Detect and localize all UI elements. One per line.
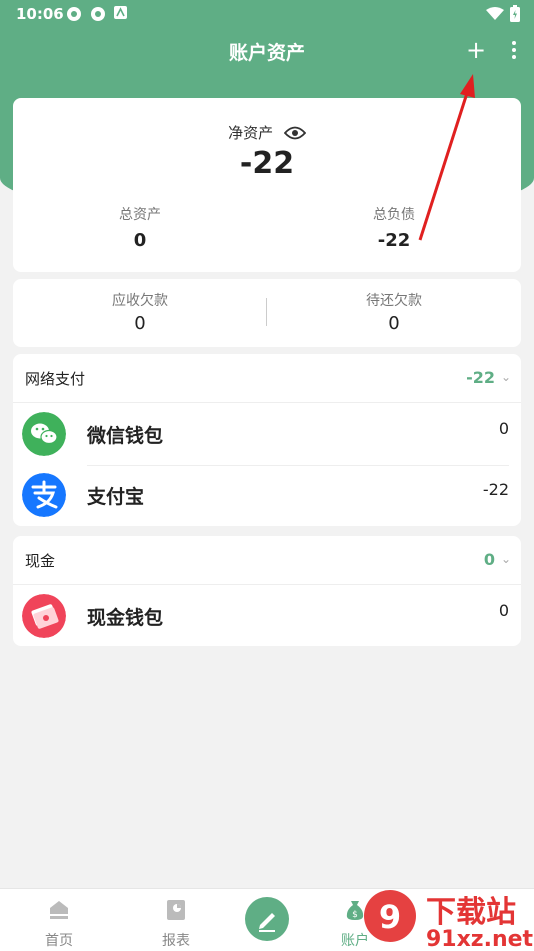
home-icon (50, 901, 68, 919)
svg-text:$: $ (352, 910, 358, 920)
report-icon (167, 900, 185, 920)
site-watermark-logo: 9 下载站 91xz.net (364, 890, 534, 950)
tab-home[interactable]: 首页 (14, 889, 104, 951)
pencil-icon (259, 913, 275, 932)
tab-report[interactable]: 报表 (131, 889, 221, 951)
annotation-arrow (418, 74, 475, 241)
annotation-arrow-line (418, 89, 470, 241)
tab-home-label: 首页 (45, 933, 73, 949)
svg-text:9: 9 (379, 898, 401, 936)
svg-text:91xz.net: 91xz.net (426, 927, 534, 950)
add-record-button[interactable] (245, 897, 289, 941)
tab-report-label: 报表 (162, 933, 190, 949)
annotation-arrow-head (460, 74, 475, 98)
svg-text:下载站: 下载站 (426, 895, 516, 930)
